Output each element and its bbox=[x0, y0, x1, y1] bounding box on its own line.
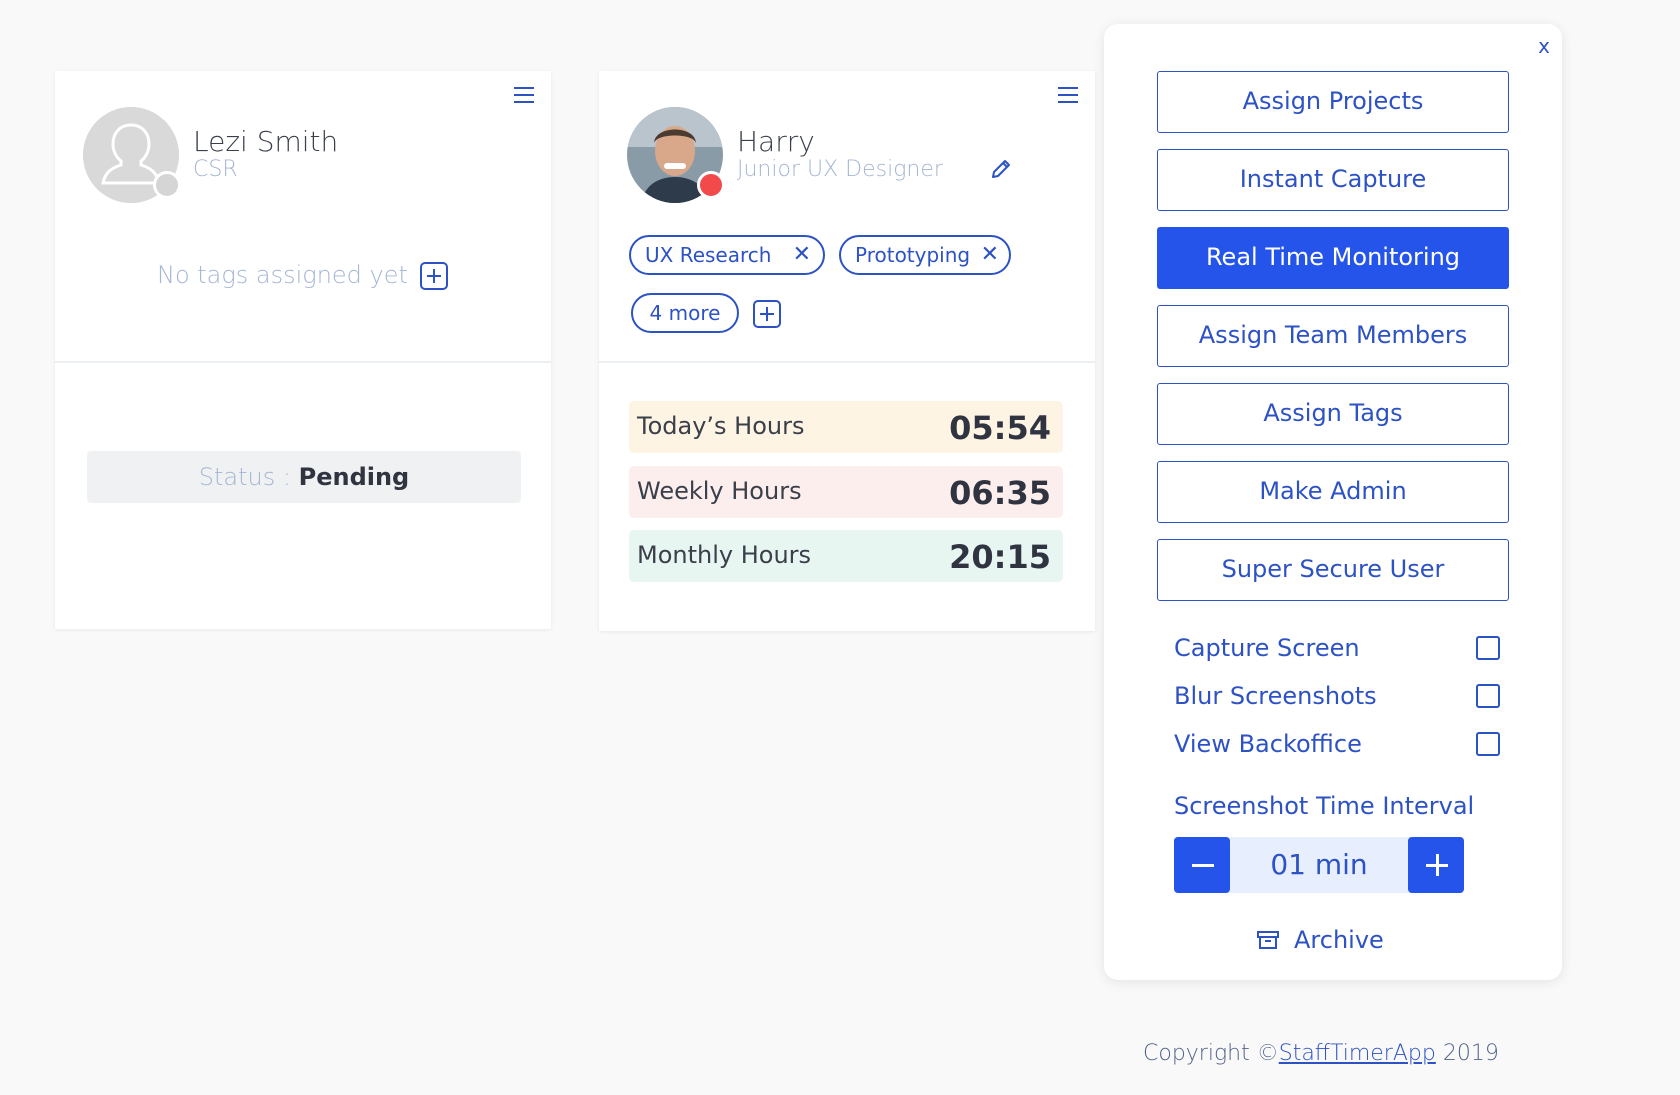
status-dot bbox=[153, 171, 181, 199]
capture-screen-toggle[interactable]: Capture Screen bbox=[1174, 634, 1500, 664]
tag-chip[interactable]: Prototyping ✕ bbox=[839, 235, 1011, 275]
more-tags-label: 4 more bbox=[649, 301, 721, 325]
assign-projects-button[interactable]: Assign Projects bbox=[1157, 71, 1509, 133]
close-icon[interactable]: ✕ bbox=[981, 237, 999, 273]
assign-tags-button[interactable]: Assign Tags bbox=[1157, 383, 1509, 445]
status-label: Status : bbox=[198, 463, 291, 491]
interval-label: Screenshot Time Interval bbox=[1174, 792, 1475, 820]
capture-screen-checkbox[interactable] bbox=[1476, 636, 1500, 660]
tag-chip[interactable]: UX Research ✕ bbox=[629, 235, 825, 275]
assign-team-members-button[interactable]: Assign Team Members bbox=[1157, 305, 1509, 367]
super-secure-user-button[interactable]: Super Secure User bbox=[1157, 539, 1509, 601]
member-name: Lezi Smith bbox=[193, 125, 339, 158]
footer-copyright: Copyright ©StaffTimerApp 2019 bbox=[1143, 1041, 1499, 1066]
more-tags-button[interactable]: 4 more bbox=[631, 293, 739, 333]
toggle-label: View Backoffice bbox=[1174, 730, 1362, 758]
minus-icon bbox=[1192, 864, 1214, 867]
hours-row-weekly: Weekly Hours 06:35 bbox=[629, 466, 1063, 518]
interval-value: 01 min bbox=[1270, 848, 1368, 881]
member-role: CSR bbox=[193, 157, 238, 182]
real-time-monitoring-button[interactable]: Real Time Monitoring bbox=[1157, 227, 1509, 289]
menu-icon[interactable] bbox=[1057, 85, 1079, 105]
stafftimerapp-link[interactable]: StaffTimerApp bbox=[1279, 1041, 1436, 1066]
member-name: Harry bbox=[737, 125, 815, 158]
divider bbox=[55, 361, 551, 363]
close-panel-button[interactable]: x bbox=[1538, 34, 1550, 58]
copyright-suffix: 2019 bbox=[1435, 1041, 1499, 1066]
add-tag-button[interactable] bbox=[420, 262, 448, 290]
hours-label: Monthly Hours bbox=[637, 541, 812, 569]
hours-row-monthly: Monthly Hours 20:15 bbox=[629, 530, 1063, 582]
member-card-lezi-smith: Lezi Smith CSR No tags assigned yet Stat… bbox=[55, 71, 551, 629]
add-tag-button[interactable] bbox=[753, 300, 781, 328]
view-backoffice-checkbox[interactable] bbox=[1476, 732, 1500, 756]
menu-icon[interactable] bbox=[513, 85, 535, 105]
copyright-prefix: Copyright © bbox=[1143, 1041, 1279, 1066]
tag-label: UX Research bbox=[645, 243, 772, 267]
make-admin-button[interactable]: Make Admin bbox=[1157, 461, 1509, 523]
hours-value: 06:35 bbox=[949, 474, 1051, 512]
hours-value: 20:15 bbox=[949, 538, 1051, 576]
archive-icon bbox=[1257, 931, 1279, 949]
instant-capture-button[interactable]: Instant Capture bbox=[1157, 149, 1509, 211]
member-card-harry: Harry Junior UX Designer UX Research ✕ P… bbox=[599, 71, 1095, 631]
hours-label: Weekly Hours bbox=[637, 477, 802, 505]
blur-screenshots-checkbox[interactable] bbox=[1476, 684, 1500, 708]
tag-label: Prototyping bbox=[855, 243, 971, 267]
hours-label: Today’s Hours bbox=[637, 412, 805, 440]
view-backoffice-toggle[interactable]: View Backoffice bbox=[1174, 730, 1500, 760]
blur-screenshots-toggle[interactable]: Blur Screenshots bbox=[1174, 682, 1500, 712]
divider bbox=[599, 361, 1095, 363]
hours-value: 05:54 bbox=[949, 409, 1051, 447]
interval-stepper: 01 min bbox=[1174, 837, 1464, 893]
no-tags-text: No tags assigned yet bbox=[157, 261, 408, 289]
toggle-label: Blur Screenshots bbox=[1174, 682, 1377, 710]
status-dot bbox=[697, 171, 725, 199]
edit-icon[interactable] bbox=[989, 157, 1013, 181]
member-role: Junior UX Designer bbox=[737, 157, 943, 182]
status-badge: Status : Pending bbox=[87, 451, 521, 503]
status-value: Pending bbox=[298, 463, 410, 491]
decrease-interval-button[interactable] bbox=[1174, 837, 1230, 893]
member-actions-panel: x Assign Projects Instant Capture Real T… bbox=[1104, 24, 1562, 980]
close-icon[interactable]: ✕ bbox=[793, 237, 811, 273]
increase-interval-button[interactable] bbox=[1408, 837, 1464, 893]
plus-icon-vertical bbox=[1436, 854, 1439, 876]
archive-label: Archive bbox=[1294, 926, 1384, 954]
hours-row-today: Today’s Hours 05:54 bbox=[629, 401, 1063, 453]
toggle-label: Capture Screen bbox=[1174, 634, 1360, 662]
